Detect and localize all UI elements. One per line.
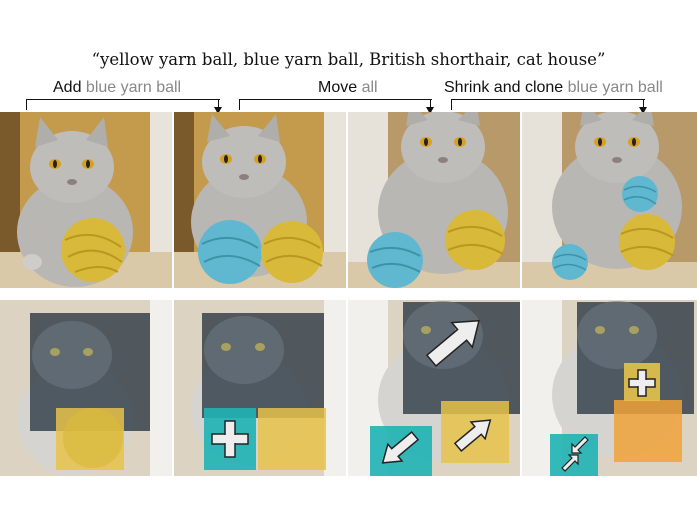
operation-object: blue yarn ball <box>567 79 663 96</box>
mask-panel-shrink-clone <box>522 300 697 476</box>
operation-label-shrink-clone: Shrink and clone blue yarn ball <box>444 79 663 97</box>
prompt-caption: “yellow yarn ball, blue yarn ball, Briti… <box>91 50 606 69</box>
yellow-yarn-ball <box>445 210 505 270</box>
operation-object: blue yarn ball <box>85 79 182 96</box>
blue-yarn-ball <box>198 220 262 284</box>
operation-object: all <box>361 79 378 96</box>
yellow-ball-mask-box <box>258 408 326 470</box>
yellow-yarn-ball <box>619 214 675 270</box>
blue-yarn-ball-clone <box>622 176 658 212</box>
mask-panel-move <box>348 300 520 476</box>
photo-panel-move <box>348 112 520 288</box>
photo-panel-add <box>174 112 346 288</box>
mask-panel-original <box>0 300 172 476</box>
operation-label-add: Add blue yarn ball <box>53 79 181 97</box>
blue-yarn-ball <box>367 232 423 288</box>
mask-panel-add <box>174 300 346 476</box>
photo-panel-original <box>0 112 172 288</box>
operation-verb: Add <box>53 79 82 96</box>
bracket-add <box>26 99 220 110</box>
yellow-yarn-ball <box>261 221 323 283</box>
bracket-shrink-clone <box>451 99 645 110</box>
yellow-ball-mask-box <box>614 400 682 462</box>
operation-verb: Shrink and clone <box>444 79 564 96</box>
operation-verb: Move <box>318 79 358 96</box>
operation-label-move: Move all <box>318 79 378 97</box>
photo-panel-shrink-clone <box>522 112 697 288</box>
blue-yarn-ball-small <box>552 244 588 280</box>
bracket-move <box>239 99 432 110</box>
